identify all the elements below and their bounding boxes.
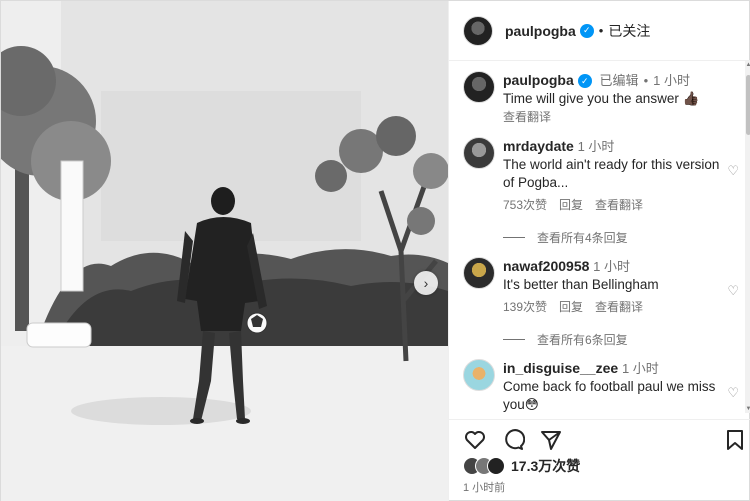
follow-status-button[interactable]: 已关注 bbox=[608, 21, 650, 41]
scroll-up-icon[interactable]: ▲ bbox=[745, 61, 750, 69]
caption-emoji: 👍🏿 bbox=[682, 91, 700, 106]
author-username[interactable]: paulpogba bbox=[505, 23, 576, 39]
comments-list[interactable]: paulpogba ✓ 已编辑 • 1 小时 Time will give you t… bbox=[449, 61, 745, 413]
heart-icon[interactable] bbox=[463, 428, 487, 452]
caption-avatar[interactable] bbox=[463, 71, 495, 103]
commenter-avatar[interactable] bbox=[463, 359, 495, 391]
caption-translate-link[interactable]: 查看翻译 bbox=[503, 108, 721, 126]
comment-text: The world ain't ready for this version o… bbox=[503, 157, 720, 190]
caption-text: Time will give you the answer bbox=[503, 91, 679, 106]
post-dialog: › paulpogba ✓ • 已关注 paulpogba ✓ 已编辑 • 1 小时 bbox=[0, 0, 750, 501]
post-time: 1 小时前 bbox=[463, 482, 506, 494]
post-photo: › bbox=[1, 1, 448, 501]
comment-icon[interactable] bbox=[501, 428, 525, 452]
commenter-username[interactable]: nawaf200958 bbox=[503, 258, 589, 274]
scroll-down-icon[interactable]: ▼ bbox=[745, 405, 750, 413]
comment-item: mrdaydate 1 小时 The world ain't ready for… bbox=[463, 137, 743, 214]
translate-link[interactable]: 查看翻译 bbox=[595, 196, 643, 214]
post-header: paulpogba ✓ • 已关注 bbox=[449, 1, 750, 61]
commenter-avatar[interactable] bbox=[463, 257, 495, 289]
reply-button[interactable]: 回复 bbox=[559, 298, 583, 316]
commenter-username[interactable]: in_disguise__zee bbox=[503, 360, 618, 376]
comment-time: 1 小时 bbox=[621, 361, 659, 376]
comment-likes[interactable]: 139次赞 bbox=[503, 298, 547, 316]
heart-icon[interactable]: ♡ bbox=[727, 163, 739, 179]
action-bar bbox=[449, 419, 750, 455]
view-replies-label: 查看所有6条回复 bbox=[537, 333, 628, 347]
caption-username[interactable]: paulpogba bbox=[503, 72, 574, 88]
separator-dot: • bbox=[643, 73, 649, 88]
edited-label: 已编辑 bbox=[599, 73, 639, 88]
comment-time: 1 小时 bbox=[577, 139, 615, 154]
post-panel: paulpogba ✓ • 已关注 paulpogba ✓ 已编辑 • 1 小时 Ti… bbox=[448, 1, 750, 501]
caption-time: 1 小时 bbox=[653, 73, 690, 88]
photo-image bbox=[1, 1, 448, 501]
heart-icon[interactable]: ♡ bbox=[727, 385, 739, 401]
next-photo-button[interactable]: › bbox=[414, 271, 438, 295]
chevron-right-icon: › bbox=[423, 275, 429, 291]
replies-line bbox=[503, 339, 525, 340]
share-icon[interactable] bbox=[539, 428, 563, 452]
commenter-avatar[interactable] bbox=[463, 137, 495, 169]
view-replies-button[interactable]: 查看所有4条回复 bbox=[503, 229, 628, 246]
translate-link[interactable]: 查看翻译 bbox=[595, 298, 643, 316]
commenter-username[interactable]: mrdaydate bbox=[503, 138, 574, 154]
comments-scrollbar[interactable]: ▲ ▼ bbox=[745, 61, 750, 413]
liker-avatar bbox=[487, 457, 505, 475]
likes-count[interactable]: 17.3万次赞 bbox=[511, 456, 580, 476]
comment-text: Come back fo football paul we miss you😳 bbox=[503, 379, 716, 412]
separator-dot: • bbox=[598, 23, 604, 38]
view-replies-label: 查看所有4条回复 bbox=[537, 231, 628, 245]
verified-badge-icon: ✓ bbox=[579, 23, 594, 38]
author-avatar[interactable] bbox=[463, 15, 493, 46]
verified-badge-icon: ✓ bbox=[577, 74, 592, 89]
bookmark-icon[interactable] bbox=[723, 428, 747, 452]
comment-item: in_disguise__zee 1 小时 Come back fo footb… bbox=[463, 359, 743, 413]
comment-text: It's better than Bellingham bbox=[503, 277, 659, 292]
reply-button[interactable]: 回复 bbox=[559, 196, 583, 214]
comment-item: nawaf200958 1 小时 It's better than Bellin… bbox=[463, 257, 743, 316]
scrollbar-thumb[interactable] bbox=[746, 75, 750, 135]
view-replies-button[interactable]: 查看所有6条回复 bbox=[503, 331, 628, 348]
caption: paulpogba ✓ 已编辑 • 1 小时 Time will give you t… bbox=[463, 71, 743, 126]
comment-likes[interactable]: 753次赞 bbox=[503, 196, 547, 214]
likes-row[interactable]: 17.3万次赞 bbox=[463, 456, 580, 476]
heart-icon[interactable]: ♡ bbox=[727, 283, 739, 299]
replies-line bbox=[503, 237, 525, 238]
comment-time: 1 小时 bbox=[593, 259, 631, 274]
